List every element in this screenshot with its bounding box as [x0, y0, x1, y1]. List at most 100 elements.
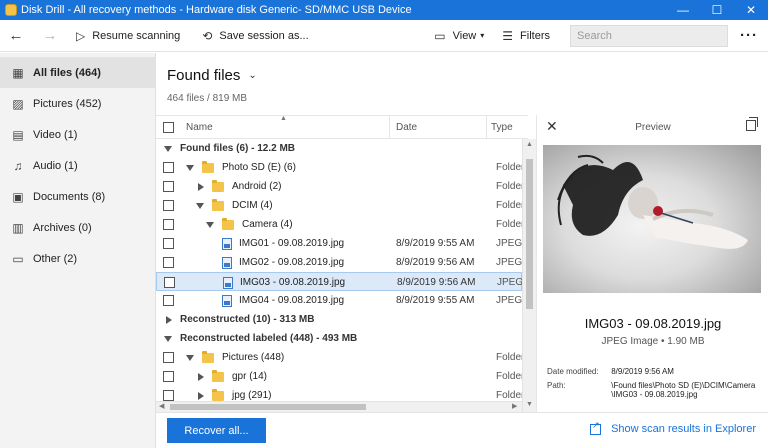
- expanded-arrow-icon[interactable]: [164, 145, 172, 152]
- row-type-cell: JPEG Im: [496, 238, 522, 249]
- sidebar-item-all-files[interactable]: ▦ All files (464): [0, 57, 155, 88]
- minimize-button[interactable]: —: [666, 0, 700, 20]
- preview-path: Path: \Found files\Photo SD (E)\DCIM\Cam…: [547, 381, 755, 399]
- resume-scanning-button[interactable]: ▷ Resume scanning: [70, 22, 186, 50]
- row-label: IMG04 - 09.08.2019.jpg: [239, 295, 345, 306]
- row-label: jpg (291): [232, 390, 272, 401]
- group-row[interactable]: Reconstructed labeled (448) - 493 MB: [156, 329, 522, 348]
- folder-icon: [222, 217, 234, 230]
- vertical-scrollbar[interactable]: ▲ ▼: [522, 139, 536, 412]
- save-session-button[interactable]: ⟲ Save session as...: [196, 22, 314, 50]
- folder-view-icon: ▭: [434, 28, 446, 43]
- folder-row[interactable]: Photo SD (E) (6) Folder: [156, 158, 522, 177]
- sidebar-item-other[interactable]: ▭ Other (2): [0, 243, 155, 274]
- preview-panel: ✕ Preview IMG03 - 09.08.2019.jpg JPEG Im…: [536, 115, 768, 412]
- forward-arrow-icon[interactable]: →: [36, 22, 64, 50]
- search-input[interactable]: [570, 24, 728, 47]
- sidebar-item-pictures[interactable]: ▨ Pictures (452): [0, 88, 155, 119]
- file-row[interactable]: IMG04 - 09.08.2019.jpg 8/9/2019 9:55 AM JP…: [156, 291, 522, 310]
- preview-file-name: IMG03 - 09.08.2019.jpg: [584, 316, 722, 331]
- expanded-arrow-icon[interactable]: [164, 335, 172, 342]
- row-label: Camera (4): [242, 219, 293, 230]
- select-all-checkbox[interactable]: [162, 121, 174, 133]
- image-file-icon: [222, 256, 232, 269]
- chevron-down-icon[interactable]: ⌄: [248, 70, 256, 81]
- scroll-down-icon[interactable]: ▼: [526, 401, 533, 408]
- date-modified-value: 8/9/2019 9:56 AM: [611, 367, 674, 376]
- maximize-button[interactable]: ☐: [700, 0, 734, 20]
- page-title[interactable]: Found files ⌄: [167, 67, 257, 84]
- row-name-cell: Reconstructed labeled (448) - 493 MB: [164, 329, 357, 348]
- folder-row[interactable]: Pictures (448) Folder: [156, 348, 522, 367]
- column-date-label: Date: [396, 121, 418, 133]
- row-checkbox[interactable]: [163, 371, 174, 382]
- sidebar-item-label: Audio (1): [33, 159, 78, 172]
- column-header-date[interactable]: Date: [390, 115, 487, 139]
- row-name-cell: gpr (14): [196, 367, 267, 386]
- file-row[interactable]: IMG02 - 09.08.2019.jpg 8/9/2019 9:56 AM JP…: [156, 253, 522, 272]
- main-header: Found files ⌄ 464 files / 819 MB: [156, 53, 768, 115]
- file-row[interactable]: IMG01 - 09.08.2019.jpg 8/9/2019 9:55 AM JP…: [156, 234, 522, 253]
- row-name-cell: IMG04 - 09.08.2019.jpg: [222, 291, 344, 310]
- filters-button[interactable]: ☰ Filters: [496, 22, 556, 50]
- row-label: gpr (14): [232, 371, 268, 382]
- back-arrow-icon[interactable]: ←: [2, 22, 30, 50]
- row-checkbox[interactable]: [163, 162, 174, 173]
- collapsed-arrow-icon[interactable]: [198, 182, 204, 191]
- expanded-arrow-icon[interactable]: [186, 354, 194, 361]
- group-row[interactable]: Reconstructed (10) - 313 MB: [156, 310, 522, 329]
- sidebar-item-documents[interactable]: ▣ Documents (8): [0, 181, 155, 212]
- expanded-arrow-icon[interactable]: [196, 202, 204, 209]
- row-checkbox[interactable]: [163, 390, 174, 401]
- folder-icon: [212, 179, 224, 192]
- copy-icon[interactable]: [746, 117, 758, 131]
- row-checkbox[interactable]: [163, 257, 174, 268]
- row-checkbox[interactable]: [163, 352, 174, 363]
- sidebar-item-video[interactable]: ▤ Video (1): [0, 119, 155, 150]
- row-date-cell: 8/9/2019 9:56 AM: [397, 277, 476, 288]
- scroll-up-icon[interactable]: ▲: [526, 141, 533, 148]
- folder-icon: [202, 160, 214, 173]
- horizontal-scrollbar[interactable]: ◀ ▶: [156, 401, 522, 412]
- file-row[interactable]: IMG03 - 09.08.2019.jpg 8/9/2019 9:56 AM JP…: [156, 272, 522, 291]
- row-type-cell: Folder: [496, 352, 522, 363]
- column-header-name[interactable]: ▲ Name: [180, 115, 390, 139]
- row-name-cell: Android (2): [196, 177, 281, 196]
- scrollbar-thumb[interactable]: [170, 404, 366, 410]
- row-checkbox[interactable]: [163, 295, 174, 306]
- expanded-arrow-icon[interactable]: [186, 164, 194, 171]
- scroll-right-icon[interactable]: ▶: [512, 402, 517, 410]
- folder-row[interactable]: DCIM (4) Folder: [156, 196, 522, 215]
- recover-all-button[interactable]: Recover all...: [167, 418, 266, 443]
- expanded-arrow-icon[interactable]: [206, 221, 214, 228]
- row-checkbox[interactable]: [163, 238, 174, 249]
- show-scan-results-link[interactable]: Show scan results in Explorer: [590, 420, 756, 435]
- scrollbar-thumb[interactable]: [526, 159, 533, 309]
- column-header-type[interactable]: Type: [487, 115, 527, 139]
- view-button[interactable]: ▭ View ▾: [428, 22, 490, 50]
- row-name-cell: Pictures (448): [186, 348, 284, 367]
- folder-row[interactable]: jpg (291) Folder: [156, 386, 522, 401]
- collapsed-arrow-icon[interactable]: [166, 315, 172, 324]
- save-session-icon: ⟲: [202, 28, 213, 43]
- row-checkbox[interactable]: [164, 277, 175, 288]
- row-checkbox[interactable]: [163, 219, 174, 230]
- scroll-left-icon[interactable]: ◀: [159, 402, 164, 410]
- group-row[interactable]: Found files (6) - 12.2 MB: [156, 139, 522, 158]
- folder-row[interactable]: Camera (4) Folder: [156, 215, 522, 234]
- row-label: DCIM (4): [232, 200, 273, 211]
- row-checkbox[interactable]: [163, 181, 174, 192]
- row-type-cell: Folder: [496, 390, 522, 401]
- row-label: Found files (6) - 12.2 MB: [180, 143, 296, 154]
- collapsed-arrow-icon[interactable]: [198, 391, 204, 400]
- folder-row[interactable]: Android (2) Folder: [156, 177, 522, 196]
- close-button[interactable]: ✕: [734, 0, 768, 20]
- column-name-label: Name: [186, 121, 213, 133]
- collapsed-arrow-icon[interactable]: [198, 372, 204, 381]
- row-checkbox[interactable]: [163, 200, 174, 211]
- folder-row[interactable]: gpr (14) Folder: [156, 367, 522, 386]
- more-options-icon[interactable]: ···: [734, 22, 764, 50]
- file-list: Found files (6) - 12.2 MB Photo SD (E) (6…: [156, 139, 522, 401]
- sidebar-item-audio[interactable]: ♫ Audio (1): [0, 150, 155, 181]
- sidebar-item-archives[interactable]: ▥ Archives (0): [0, 212, 155, 243]
